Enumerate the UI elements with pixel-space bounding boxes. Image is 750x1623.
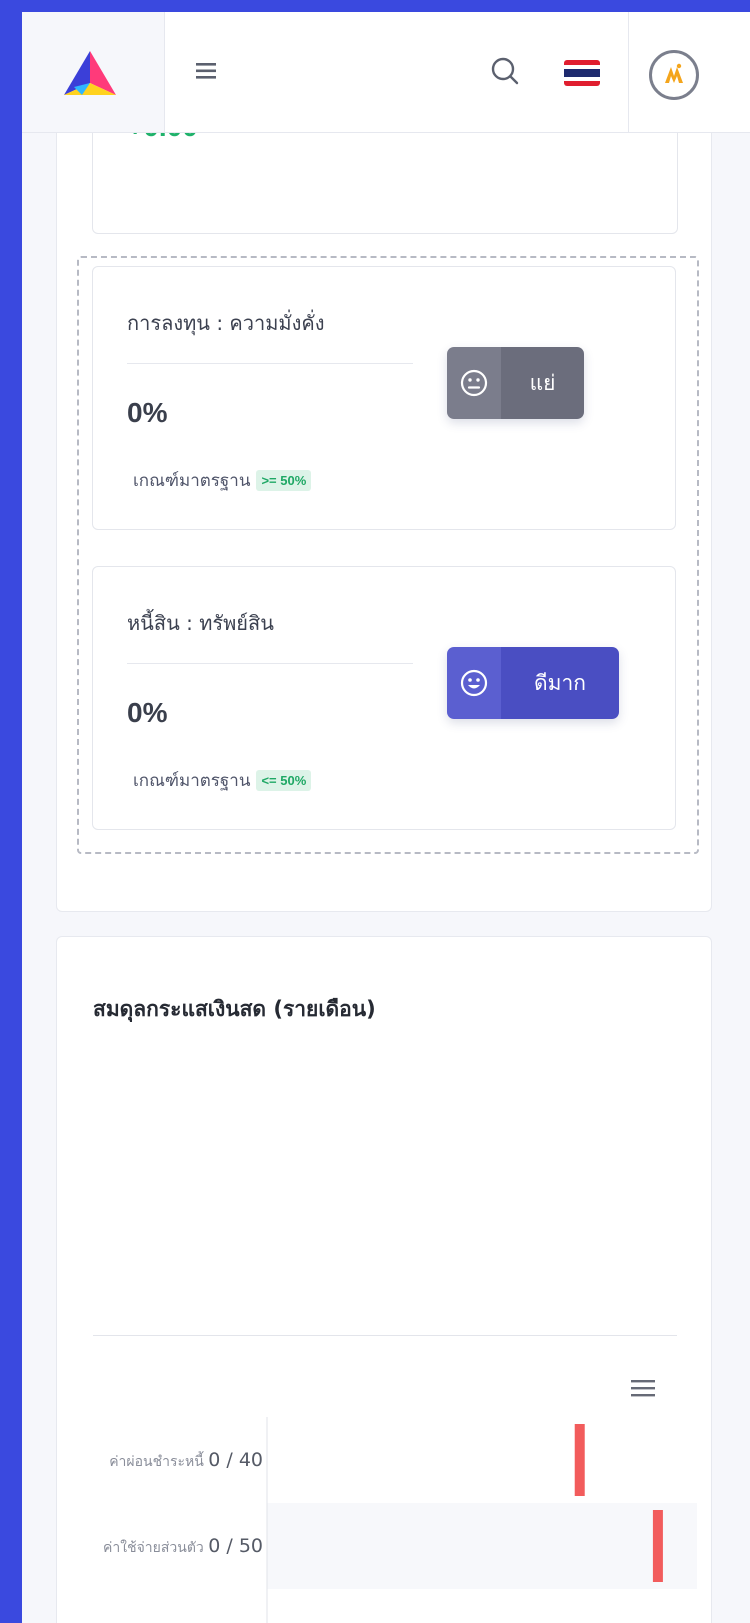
hamburger-menu-icon (196, 63, 216, 79)
avatar[interactable] (649, 50, 699, 100)
search-icon (491, 57, 519, 85)
status-button-very-good[interactable]: ดีมาก (447, 647, 619, 719)
ratio-standard: เกณฑ์มาตรฐาน <= 50% (133, 767, 312, 794)
chart-menu-icon (631, 1380, 655, 1397)
ratio-divider (127, 363, 413, 364)
chart-row-band (267, 1417, 697, 1503)
ratio-divider (127, 663, 413, 664)
cashflow-chart-svg: ค่าผ่อนชำระหนี้ 0 / 40 ค่าใช้จ่ายส่วนตัว … (103, 1417, 697, 1623)
chart-menu-button[interactable] (629, 1377, 657, 1399)
ratio-title: การลงทุน : ความมั่งคั่ง (127, 311, 325, 335)
user-menu[interactable] (628, 12, 750, 132)
standard-badge: <= 50% (256, 770, 312, 791)
language-switcher[interactable] (564, 60, 600, 86)
chart-target-marker[interactable] (574, 1424, 585, 1496)
standard-label: เกณฑ์มาตรฐาน (133, 771, 251, 791)
chart-row-band (267, 1503, 697, 1589)
cashflow-title: สมดุลกระแสเงินสด (รายเดือน) (93, 997, 376, 1021)
search-button[interactable] (488, 54, 522, 88)
ratio-value: 0% (127, 697, 168, 728)
neutral-face-icon (460, 369, 488, 397)
ratio-value: 0% (127, 397, 168, 428)
smiling-face-icon (460, 669, 488, 697)
thai-flag-icon (564, 60, 600, 86)
ratio-card-debt-assets: หนี้สิน : ทรัพย์สิน 0% เกณฑ์มาตรฐาน <= 5… (92, 566, 676, 830)
ratio-card-investment-wealth: การลงทุน : ความมั่งคั่ง 0% เกณฑ์มาตรฐาน … (92, 266, 676, 530)
status-icon-container (447, 647, 501, 719)
chart-target-marker[interactable] (652, 1510, 663, 1582)
menu-button[interactable] (192, 56, 222, 86)
standard-label: เกณฑ์มาตรฐาน (133, 471, 251, 491)
ratio-title: หนี้สิน : ทรัพย์สิน (127, 611, 274, 635)
app-frame: +0.00 การลงทุน : ความมั่งคั่ง 0% เกณฑ์มา… (22, 12, 750, 1623)
cashflow-card: สมดุลกระแสเงินสด (รายเดือน) ค่าผ่อนชำระห… (56, 936, 712, 1623)
chart-category-label: ค่าใช้จ่ายส่วนตัว 0 / 50 (103, 1535, 263, 1557)
ratio-standard: เกณฑ์มาตรฐาน >= 50% (133, 467, 312, 494)
top-navigation-bar (22, 12, 750, 133)
status-button-bad[interactable]: แย่ (447, 347, 584, 419)
logo-container[interactable] (22, 12, 165, 132)
standard-badge: >= 50% (256, 470, 312, 491)
status-label: ดีมาก (501, 647, 619, 719)
status-label: แย่ (501, 347, 584, 419)
prism-logo-icon (64, 51, 116, 95)
status-icon-container (447, 347, 501, 419)
user-avatar-icon (660, 61, 688, 89)
chart-category-label: ค่าผ่อนชำระหนี้ 0 / 40 (109, 1449, 263, 1471)
cashflow-chart: ค่าผ่อนชำระหนี้ 0 / 40 ค่าใช้จ่ายส่วนตัว … (57, 1417, 711, 1623)
cashflow-divider (93, 1335, 677, 1336)
